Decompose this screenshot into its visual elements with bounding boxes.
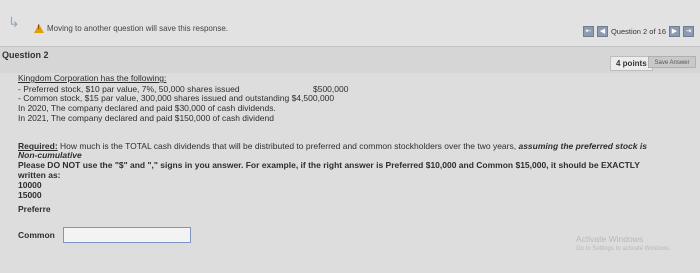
question-counter: Question 2 of 16 (610, 27, 666, 36)
watermark-title: Activate Windows (576, 234, 644, 244)
save-warning: Moving to another question will save thi… (34, 24, 228, 33)
next-question-icon[interactable]: ▶ (669, 26, 680, 37)
points-badge: 4 points (610, 56, 653, 71)
question-navigation: ⇤ ◀ Question 2 of 16 ▶ ⇥ (582, 26, 694, 37)
common-stock-line: - Common stock, $15 par value, 300,000 s… (18, 93, 335, 103)
save-answer-button[interactable]: Save Answer (648, 56, 696, 68)
warning-icon (34, 24, 44, 33)
instruction-line-1: Please DO NOT use the "$" and "," signs … (18, 160, 640, 170)
instruction-line-2: written as: (18, 170, 61, 180)
activate-windows-watermark: Activate Windows Go to Settings to activ… (576, 234, 671, 252)
example-value-1: 10000 (18, 180, 42, 190)
non-cumulative-text: Non-cumulative (18, 150, 82, 160)
required-text: How much is the TOTAL cash dividends tha… (57, 141, 519, 151)
last-question-icon[interactable]: ⇥ (683, 26, 694, 37)
dividends-2021-line: In 2021, The company declared and paid $… (18, 113, 274, 123)
required-paragraph: Required: How much is the TOTAL cash div… (18, 141, 647, 151)
intro-text: Kingdom Corporation has the following: (18, 73, 167, 83)
top-bar: ↳ Moving to another question will save t… (0, 0, 700, 46)
preferred-label: Preferre (18, 204, 51, 214)
save-warning-text: Moving to another question will save thi… (47, 24, 228, 33)
example-value-2: 15000 (18, 190, 42, 200)
required-emphasis: assuming the preferred stock is (518, 141, 647, 151)
first-question-icon[interactable]: ⇤ (582, 26, 594, 37)
dividends-2020-line: In 2020, The company declared and paid $… (18, 103, 276, 113)
back-arrow-icon[interactable]: ↳ (8, 14, 20, 31)
question-header (0, 46, 700, 74)
watermark-subtitle: Go to Settings to activate Windows. (576, 246, 671, 252)
common-label: Common (18, 230, 55, 240)
common-answer-input[interactable] (63, 227, 191, 243)
question-title: Question 2 (2, 50, 49, 60)
previous-question-icon[interactable]: ◀ (596, 26, 608, 37)
